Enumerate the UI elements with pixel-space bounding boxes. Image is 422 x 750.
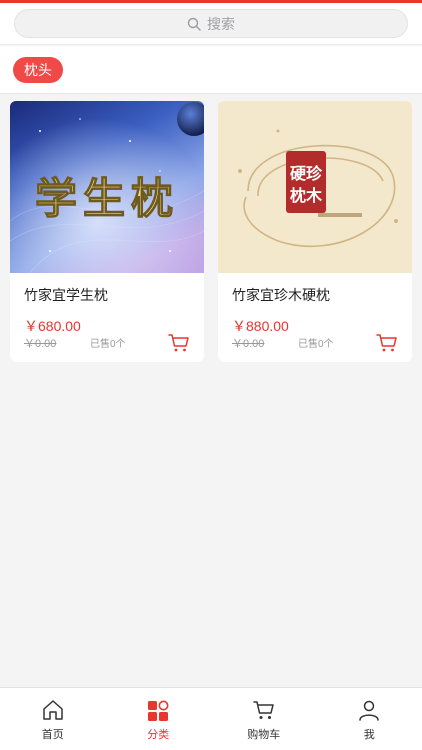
home-icon: [43, 700, 63, 720]
product-price: ￥680.00: [24, 318, 81, 334]
add-to-cart-icon[interactable]: [168, 333, 190, 353]
search-icon: [187, 17, 201, 31]
tab-home[interactable]: 首页: [0, 688, 106, 750]
search-placeholder: 搜索: [207, 15, 235, 32]
category-tag-row: 枕头: [0, 46, 422, 94]
product-card[interactable]: 学生枕 竹家宜学生枕 ￥680.00 ￥0.00 已售0个: [10, 101, 204, 362]
product-original-price: ￥0.00: [232, 338, 265, 350]
tab-category-label: 分类: [147, 729, 170, 741]
tab-me[interactable]: 我: [317, 688, 422, 750]
product-sold-count: 已售0个: [90, 339, 126, 350]
tab-cart[interactable]: 购物车: [211, 688, 317, 750]
product-sold-count: 已售0个: [298, 339, 334, 350]
bottom-tab-bar: 首页 分类 购物车 我: [0, 687, 422, 750]
product-image-student-pillow: 学生枕: [10, 101, 204, 273]
svg-text:枕木: 枕木: [290, 186, 323, 205]
svg-text:硬珍: 硬珍: [290, 164, 323, 183]
product-image-hardwood-pillow: 硬珍 枕木: [218, 101, 412, 273]
cart-icon: [253, 701, 274, 719]
user-icon: [359, 700, 379, 721]
product-name: 竹家宜学生枕: [24, 287, 108, 303]
product-card[interactable]: 硬珍 枕木 竹家宜珍木硬枕 ￥880.00 ￥0.00 已售0个: [218, 101, 412, 362]
search-header: 搜索: [0, 3, 422, 45]
product-price: ￥880.00: [232, 318, 289, 334]
category-icon: [148, 700, 169, 721]
svg-text:学生枕: 学生枕: [35, 174, 179, 223]
product-original-price: ￥0.00: [24, 338, 57, 350]
add-to-cart-icon[interactable]: [376, 333, 398, 353]
tab-cart-label: 购物车: [247, 729, 281, 741]
tab-home-label: 首页: [41, 729, 64, 741]
search-input[interactable]: 搜索: [14, 9, 408, 38]
product-name: 竹家宜珍木硬枕: [232, 287, 330, 303]
category-tag-pillow[interactable]: 枕头: [13, 57, 63, 83]
tab-category[interactable]: 分类: [106, 688, 212, 750]
tab-me-label: 我: [363, 729, 375, 741]
